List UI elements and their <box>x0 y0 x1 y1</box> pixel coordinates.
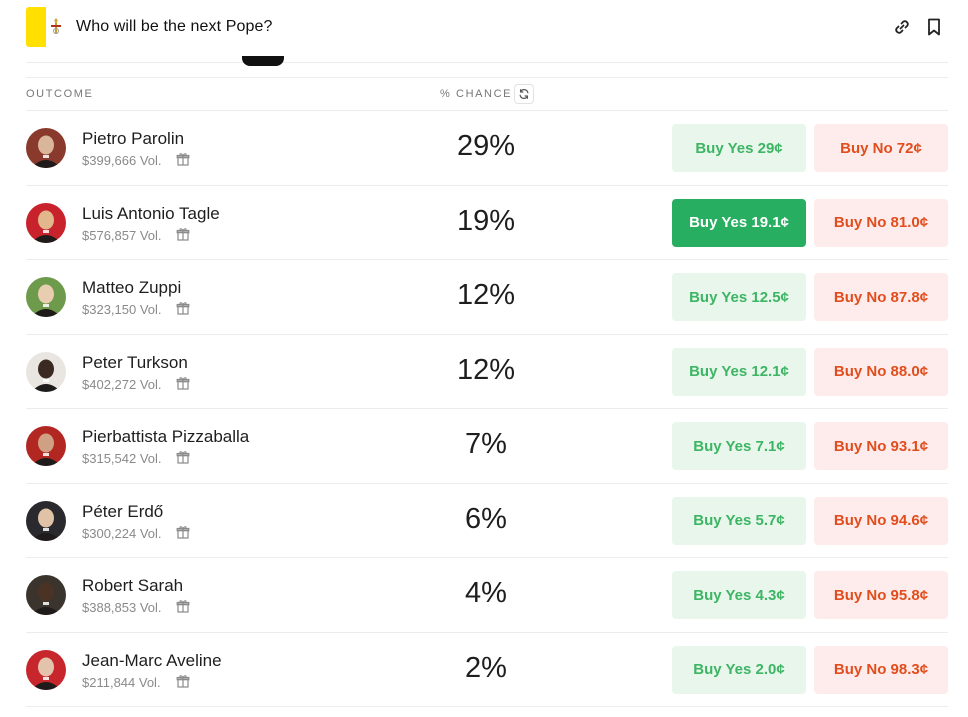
gift-icon[interactable] <box>176 376 190 390</box>
buy-yes-button[interactable]: Buy Yes 12.5¢ <box>672 273 806 321</box>
buy-no-button[interactable]: Buy No 94.6¢ <box>814 496 948 545</box>
gift-icon[interactable] <box>176 525 190 539</box>
outcome-volume: $402,272 Vol. <box>82 376 162 392</box>
outcome-row[interactable]: Peter Turkson $402,272 Vol. 12% Buy Yes … <box>26 335 948 409</box>
outcome-row[interactable]: Luis Antonio Tagle $576,857 Vol. 19% Buy… <box>26 186 948 260</box>
buy-yes-button[interactable]: Buy Yes 2.0¢ <box>672 645 806 694</box>
outcome-row[interactable]: Robert Sarah $388,853 Vol. 4% Buy Yes 4.… <box>26 558 948 633</box>
gift-icon[interactable] <box>176 301 190 315</box>
link-icon[interactable] <box>892 17 912 37</box>
buy-no-button[interactable]: Buy No 88.0¢ <box>814 347 948 396</box>
buy-no-button[interactable]: Buy No 93.1¢ <box>814 422 948 470</box>
buy-yes-button[interactable]: Buy Yes 7.1¢ <box>672 422 806 470</box>
buy-no-button[interactable]: Buy No 81.0¢ <box>814 198 948 247</box>
buy-no-button[interactable]: Buy No 87.8¢ <box>814 273 948 321</box>
outcome-volume: $388,853 Vol. <box>82 600 162 615</box>
outcome-volume: $576,857 Vol. <box>82 227 162 243</box>
tab-indicator <box>242 56 284 66</box>
outcome-name: Peter Turkson <box>82 352 188 372</box>
avatar <box>26 128 66 168</box>
outcome-row[interactable]: Pietro Parolin $399,666 Vol. 29% Buy Yes… <box>26 111 948 186</box>
outcome-row[interactable]: Péter Erdő $300,224 Vol. 6% Buy Yes 5.7¢… <box>26 484 948 558</box>
subheader-divider <box>26 77 948 78</box>
buy-yes-button[interactable]: Buy Yes 29¢ <box>672 124 806 172</box>
outcome-row[interactable]: Matteo Zuppi $323,150 Vol. 12% Buy Yes 1… <box>26 260 948 335</box>
column-header-outcome: OUTCOME <box>26 88 94 100</box>
buy-yes-button[interactable]: Buy Yes 5.7¢ <box>672 496 806 545</box>
outcome-chance: 12% <box>456 353 516 386</box>
gift-icon[interactable] <box>176 599 190 613</box>
page-title: Who will be the next Pope? <box>76 18 273 35</box>
avatar <box>26 575 66 615</box>
outcome-chance: 12% <box>456 279 516 311</box>
avatar <box>26 426 66 466</box>
outcome-name: Robert Sarah <box>82 576 184 595</box>
refresh-icon[interactable] <box>514 84 534 104</box>
buy-yes-button[interactable]: Buy Yes 4.3¢ <box>672 571 806 619</box>
buy-no-button[interactable]: Buy No 95.8¢ <box>814 571 948 619</box>
buy-no-button[interactable]: Buy No 72¢ <box>814 124 948 172</box>
outcome-volume: $399,666 Vol. <box>82 153 162 168</box>
bookmark-icon[interactable] <box>924 17 944 37</box>
gift-icon[interactable] <box>176 450 190 464</box>
gift-icon[interactable] <box>176 152 190 166</box>
outcome-chance: 6% <box>465 502 507 535</box>
header-divider <box>26 62 948 63</box>
avatar <box>26 202 66 243</box>
avatar <box>26 277 66 317</box>
column-header-chance: % CHANCE <box>440 88 513 100</box>
outcome-name: Matteo Zuppi <box>82 278 182 297</box>
outcome-volume: $211,844 Vol. <box>82 674 161 690</box>
avatar <box>26 351 66 392</box>
gift-icon[interactable] <box>176 227 190 241</box>
outcome-volume: $323,150 Vol. <box>82 302 162 317</box>
outcome-chance: 19% <box>456 204 516 237</box>
outcome-list: Pietro Parolin $399,666 Vol. 29% Buy Yes… <box>26 111 948 707</box>
avatar <box>26 500 66 541</box>
gift-icon[interactable] <box>176 674 190 688</box>
outcome-name: Pietro Parolin <box>82 129 185 148</box>
outcome-name: Jean-Marc Aveline <box>82 650 222 670</box>
outcome-chance: 7% <box>465 428 507 460</box>
outcome-chance: 4% <box>465 577 507 609</box>
buy-no-button[interactable]: Buy No 98.3¢ <box>814 645 948 694</box>
outcome-name: Luis Antonio Tagle <box>82 203 220 223</box>
outcome-name: Pierbattista Pizzaballa <box>82 427 250 446</box>
buy-yes-button[interactable]: Buy Yes 19.1¢ <box>672 198 806 247</box>
avatar <box>26 649 66 690</box>
outcome-chance: 29% <box>456 130 516 162</box>
buy-yes-button[interactable]: Buy Yes 12.1¢ <box>672 347 806 396</box>
outcome-row[interactable]: Jean-Marc Aveline $211,844 Vol. 2% Buy Y… <box>26 633 948 707</box>
outcome-name: Péter Erdő <box>82 501 164 521</box>
outcome-volume: $315,542 Vol. <box>82 451 162 466</box>
outcome-chance: 2% <box>465 651 507 684</box>
vatican-flag-icon <box>26 7 66 47</box>
market-header: Who will be the next Pope? <box>0 0 968 58</box>
outcome-volume: $300,224 Vol. <box>82 525 162 541</box>
outcome-row[interactable]: Pierbattista Pizzaballa $315,542 Vol. 7%… <box>26 409 948 484</box>
